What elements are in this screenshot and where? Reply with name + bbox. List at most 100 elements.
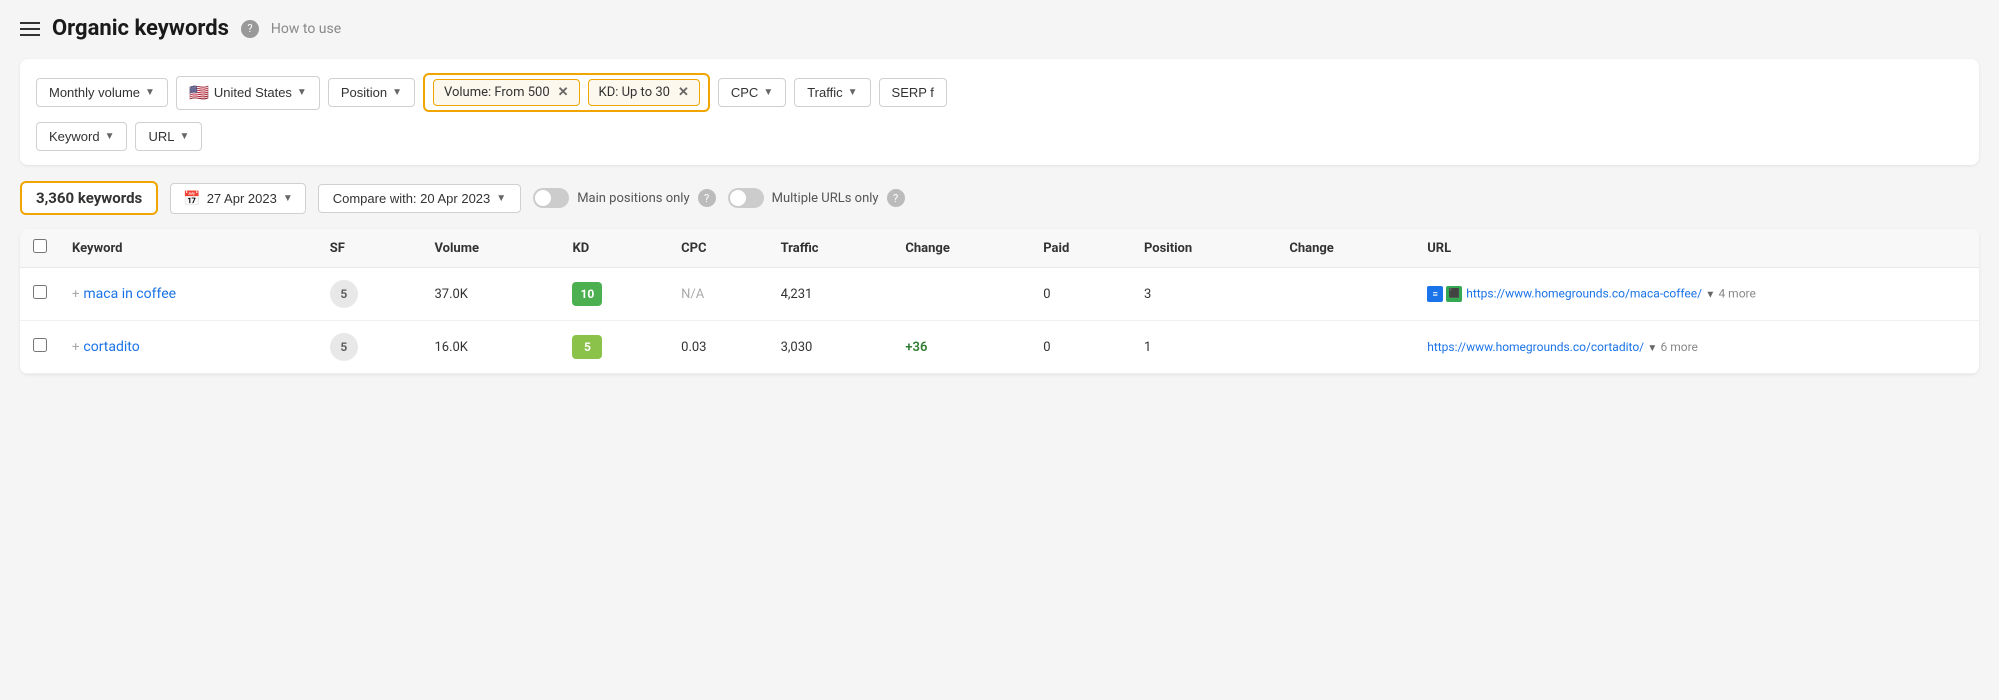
highlighted-filter-group: Volume: From 500 ✕ KD: Up to 30 ✕: [423, 73, 710, 112]
position-label: Position: [341, 85, 387, 100]
monthly-volume-filter[interactable]: Monthly volume ▼: [36, 78, 168, 107]
traffic-filter[interactable]: Traffic ▼: [794, 78, 870, 107]
url-label: URL: [148, 129, 174, 144]
th-sf: SF: [318, 229, 423, 268]
sf-cell: 5: [318, 268, 423, 321]
date-picker[interactable]: 📅 27 Apr 2023 ▼: [170, 183, 305, 214]
th-position: Position: [1132, 229, 1277, 268]
how-to-use-link[interactable]: How to use: [271, 21, 341, 37]
kd-filter-label: KD: Up to 30: [599, 85, 670, 100]
keyword-cell: + cortadito: [60, 321, 318, 374]
cpc-cell: 0.03: [669, 321, 768, 374]
doc-icon: ≡: [1427, 286, 1443, 302]
chevron-down-icon: ▼: [283, 193, 293, 204]
traffic-label: Traffic: [807, 85, 842, 100]
url-cell: https://www.homegrounds.co/cortadito/ ▼ …: [1415, 321, 1979, 374]
serp-label: SERP f: [892, 85, 934, 100]
table-header-row: Keyword SF Volume KD CPC Traffic Change …: [20, 229, 1979, 268]
volume-cell: 37.0K: [422, 268, 560, 321]
filter-row-1: Monthly volume ▼ 🇺🇸 United States ▼ Posi…: [36, 73, 1963, 112]
img-icon: ⬛: [1446, 286, 1462, 302]
sf-badge: 5: [330, 333, 358, 361]
kd-filter-close[interactable]: ✕: [678, 86, 689, 99]
th-paid: Paid: [1031, 229, 1132, 268]
date-label: 27 Apr 2023: [207, 191, 277, 206]
keyword-cell: + maca in coffee: [60, 268, 318, 321]
position-change-cell: [1277, 321, 1415, 374]
page-header: Organic keywords ? How to use: [20, 16, 1979, 41]
expand-icon[interactable]: +: [72, 340, 79, 355]
th-change-position: Change: [1277, 229, 1415, 268]
keyword-filter[interactable]: Keyword ▼: [36, 122, 127, 151]
compare-button[interactable]: Compare with: 20 Apr 2023 ▼: [318, 184, 521, 213]
keyword-link[interactable]: maca in coffee: [83, 286, 176, 302]
url-icons: ≡⬛: [1427, 286, 1462, 302]
position-filter[interactable]: Position ▼: [328, 78, 415, 107]
traffic-cell: 3,030: [769, 321, 894, 374]
th-cpc: CPC: [669, 229, 768, 268]
chevron-down-icon: ▼: [145, 87, 155, 98]
multiple-urls-toggle-group: Multiple URLs only ?: [728, 188, 905, 208]
row-checkbox[interactable]: [33, 338, 47, 352]
url-link[interactable]: https://www.homegrounds.co/maca-coffee/: [1466, 286, 1702, 300]
main-positions-label: Main positions only: [577, 191, 689, 206]
url-filter[interactable]: URL ▼: [135, 122, 202, 151]
row-checkbox-cell: [20, 321, 60, 374]
url-cell: ≡⬛ https://www.homegrounds.co/maca-coffee…: [1415, 268, 1979, 321]
url-chevron-icon: ▼: [1705, 289, 1715, 300]
chevron-down-icon: ▼: [392, 87, 402, 98]
table-row: +cortadito516.0K50.033,030+3601https://w…: [20, 321, 1979, 374]
volume-filter-close[interactable]: ✕: [558, 86, 569, 99]
cpc-filter[interactable]: CPC ▼: [718, 78, 786, 107]
th-select-all[interactable]: [20, 229, 60, 268]
table-section: Keyword SF Volume KD CPC Traffic Change …: [20, 229, 1979, 374]
main-positions-toggle[interactable]: [533, 188, 569, 208]
th-volume: Volume: [422, 229, 560, 268]
cpc-label: CPC: [731, 85, 758, 100]
multiple-urls-toggle[interactable]: [728, 188, 764, 208]
calendar-icon: 📅: [183, 190, 200, 207]
volume-filter-label: Volume: From 500: [444, 85, 550, 100]
filter-row-2: Keyword ▼ URL ▼: [36, 122, 1963, 151]
paid-cell: 0: [1031, 268, 1132, 321]
page-title: Organic keywords: [52, 16, 229, 41]
th-traffic: Traffic: [769, 229, 894, 268]
kd-filter-chip: KD: Up to 30 ✕: [588, 79, 700, 106]
serp-filter[interactable]: SERP f: [879, 78, 947, 107]
multiple-urls-help-icon[interactable]: ?: [887, 189, 905, 207]
th-change-traffic: Change: [893, 229, 1031, 268]
filter-section: Monthly volume ▼ 🇺🇸 United States ▼ Posi…: [20, 59, 1979, 165]
volume-cell: 16.0K: [422, 321, 560, 374]
paid-cell: 0: [1031, 321, 1132, 374]
traffic-change-cell: [893, 268, 1031, 321]
traffic-change-value: +36: [905, 340, 927, 355]
row-checkbox[interactable]: [33, 285, 47, 299]
sf-cell: 5: [318, 321, 423, 374]
position-change-cell: [1277, 268, 1415, 321]
keywords-table: Keyword SF Volume KD CPC Traffic Change …: [20, 229, 1979, 374]
menu-icon[interactable]: [20, 22, 40, 36]
kd-badge: 5: [572, 335, 602, 359]
chevron-down-icon: ▼: [848, 87, 858, 98]
th-keyword: Keyword: [60, 229, 318, 268]
url-link[interactable]: https://www.homegrounds.co/cortadito/: [1427, 340, 1644, 354]
keyword-link[interactable]: cortadito: [83, 339, 139, 355]
chevron-down-icon: ▼: [297, 87, 307, 98]
th-kd: KD: [560, 229, 669, 268]
chevron-down-icon: ▼: [180, 131, 190, 142]
traffic-change-cell: +36: [893, 321, 1031, 374]
expand-icon[interactable]: +: [72, 287, 79, 302]
country-filter[interactable]: 🇺🇸 United States ▼: [176, 76, 320, 110]
keyword-label: Keyword: [49, 129, 100, 144]
position-cell: 3: [1132, 268, 1277, 321]
chevron-down-icon: ▼: [105, 131, 115, 142]
th-url: URL: [1415, 229, 1979, 268]
chevron-down-icon: ▼: [496, 193, 506, 204]
url-more[interactable]: 6 more: [1661, 340, 1698, 354]
select-all-checkbox[interactable]: [33, 239, 47, 253]
volume-filter-chip: Volume: From 500 ✕: [433, 79, 580, 106]
url-more[interactable]: 4 more: [1718, 286, 1755, 300]
us-flag-icon: 🇺🇸: [189, 83, 209, 103]
help-icon[interactable]: ?: [241, 20, 259, 38]
main-positions-help-icon[interactable]: ?: [698, 189, 716, 207]
